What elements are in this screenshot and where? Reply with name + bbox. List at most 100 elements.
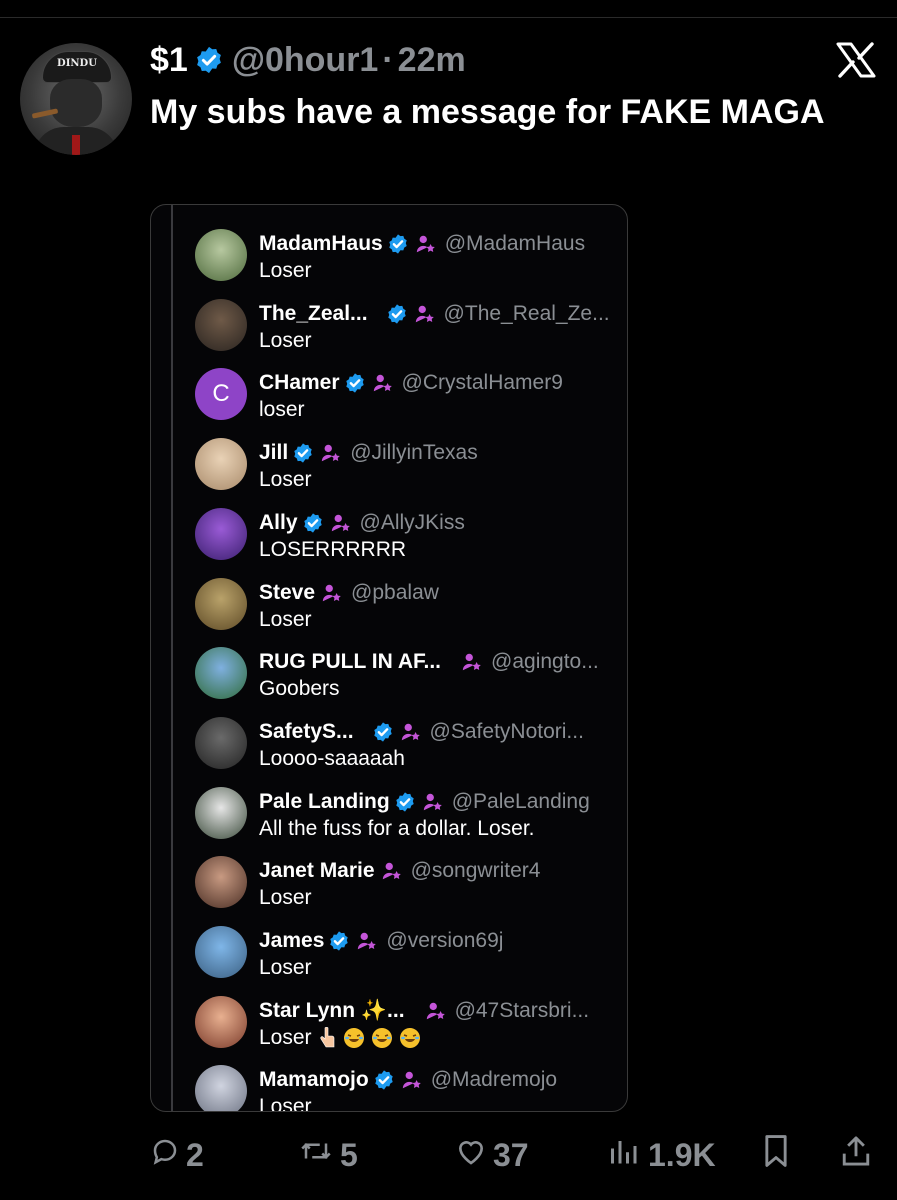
reply-author-handle[interactable]: @SafetyNotori... bbox=[430, 720, 584, 744]
reply-text: Goobers bbox=[259, 677, 340, 701]
reply-author-handle[interactable]: @songwriter4 bbox=[411, 859, 541, 883]
reply-author-name[interactable]: Janet Marie bbox=[259, 859, 375, 883]
reply-text-line: Loser bbox=[259, 1095, 312, 1112]
reply-author-name[interactable]: The_Zeal... bbox=[259, 302, 368, 326]
reply-avatar[interactable] bbox=[195, 229, 247, 281]
reply-author-name[interactable]: MadamHaus bbox=[259, 232, 383, 256]
views-button[interactable]: 1.9K bbox=[608, 1130, 716, 1180]
reply-author-handle[interactable]: @AllyJKiss bbox=[360, 511, 465, 535]
subscriber-badge-icon bbox=[422, 791, 444, 813]
rofl-emoji-icon bbox=[342, 1026, 366, 1050]
reply-author-name[interactable]: Steve bbox=[259, 581, 315, 605]
reply-author-name[interactable]: James bbox=[259, 929, 324, 953]
verified-badge-icon bbox=[386, 303, 408, 325]
reply-header: The_Zeal... @The_Real_Ze... bbox=[259, 301, 610, 327]
reply-text-line: Loser bbox=[259, 608, 312, 632]
reply-author-handle[interactable]: @47Starsbri... bbox=[455, 999, 590, 1023]
reply-row[interactable]: Ally @AllyJKiss LOSERRRRRR bbox=[151, 504, 627, 574]
subscriber-badge-icon bbox=[425, 1000, 447, 1022]
reply-author-handle[interactable]: @JillyinTexas bbox=[350, 441, 478, 465]
author-handle[interactable]: @0hour1 bbox=[232, 41, 379, 80]
reply-header: RUG PULL IN AF... @agingto... bbox=[259, 649, 599, 675]
subscriber-badge-icon bbox=[381, 860, 403, 882]
reply-text: All the fuss for a dollar. Loser. bbox=[259, 816, 535, 840]
reply-text-line: All the fuss for a dollar. Loser. bbox=[259, 817, 534, 841]
repost-count: 5 bbox=[340, 1136, 358, 1173]
reply-text: Loser bbox=[259, 259, 312, 282]
share-icon bbox=[840, 1134, 878, 1176]
reply-author-handle[interactable]: @MadamHaus bbox=[445, 232, 585, 256]
reply-avatar[interactable] bbox=[195, 438, 247, 491]
reply-author-name[interactable]: RUG PULL IN AF... bbox=[259, 650, 441, 674]
reply-text: Loser bbox=[259, 886, 312, 910]
reply-author-name[interactable]: Jill bbox=[259, 441, 288, 465]
reply-text: Loser bbox=[259, 1095, 312, 1112]
bookmark-icon bbox=[760, 1134, 798, 1176]
reply-avatar[interactable] bbox=[195, 856, 247, 909]
tweet-time[interactable]: 22m bbox=[398, 41, 466, 80]
reply-author-handle[interactable]: @The_Real_Ze... bbox=[444, 302, 610, 326]
reply-author-handle[interactable]: @CrystalHamer9 bbox=[402, 371, 563, 395]
share-button[interactable] bbox=[840, 1130, 878, 1180]
avatar-face bbox=[50, 79, 102, 127]
reply-author-name[interactable]: CHamer bbox=[259, 371, 340, 395]
subscriber-badge-icon bbox=[356, 930, 378, 952]
reply-author-name[interactable]: SafetyS... bbox=[259, 720, 354, 744]
reply-avatar[interactable]: C bbox=[195, 368, 247, 421]
reply-row[interactable]: Jill @JillyinTexas Loser bbox=[151, 434, 627, 504]
reply-author-handle[interactable]: @version69j bbox=[386, 929, 503, 953]
reply-author-handle[interactable]: @agingto... bbox=[491, 650, 599, 674]
reply-author-handle[interactable]: @pbalaw bbox=[351, 581, 439, 605]
reply-author-handle[interactable]: @PaleLanding bbox=[452, 790, 590, 814]
reply-row[interactable]: James @version69j Loser bbox=[151, 922, 627, 992]
reply-avatar[interactable] bbox=[195, 507, 247, 560]
subscriber-badge-icon bbox=[400, 721, 422, 743]
subscriber-badge-icon bbox=[330, 512, 352, 534]
bookmark-button[interactable] bbox=[760, 1130, 798, 1180]
reply-row[interactable]: MadamHaus @MadamHaus Loser bbox=[151, 225, 627, 295]
reply-author-name[interactable]: Mamamojo bbox=[259, 1068, 369, 1092]
reply-avatar[interactable] bbox=[195, 926, 247, 978]
reply-avatar[interactable] bbox=[195, 577, 247, 630]
reply-author-name[interactable]: Ally bbox=[259, 511, 298, 535]
x-logo-icon[interactable] bbox=[836, 42, 876, 78]
reply-row[interactable]: C CHamer @CrystalHamer9 loser bbox=[151, 364, 627, 434]
reply-text: Loooo-saaaaah bbox=[259, 746, 405, 770]
verified-badge-icon bbox=[328, 930, 350, 952]
reply-text-line: Loooo-saaaaah bbox=[259, 747, 405, 771]
repost-icon bbox=[298, 1136, 340, 1174]
reply-text-line: Goobers bbox=[259, 677, 340, 701]
reply-text-line: Loser bbox=[259, 259, 312, 283]
action-bar: 2 5 37 1.9K bbox=[0, 1130, 897, 1180]
subscriber-badge-icon bbox=[461, 651, 483, 673]
like-count: 37 bbox=[493, 1136, 529, 1173]
reply-author-name[interactable]: Pale Landing bbox=[259, 790, 390, 814]
avatar-cap-text: DINDU bbox=[57, 58, 97, 69]
reply-avatar[interactable] bbox=[195, 995, 247, 1048]
verified-badge-icon bbox=[344, 372, 366, 394]
reply-avatar[interactable] bbox=[195, 647, 247, 700]
reply-row[interactable]: Steve @pbalaw Loser bbox=[151, 574, 627, 644]
reply-row[interactable]: Mamamojo @Madremojo Loser bbox=[151, 1061, 627, 1112]
reply-header: Jill @JillyinTexas bbox=[259, 440, 478, 466]
reply-avatar[interactable] bbox=[195, 298, 247, 351]
like-button[interactable]: 37 bbox=[455, 1130, 529, 1180]
author-avatar[interactable]: DINDU bbox=[20, 43, 132, 155]
author-display-name[interactable]: $1 bbox=[150, 41, 188, 80]
repost-button[interactable]: 5 bbox=[298, 1130, 358, 1180]
reply-avatar[interactable] bbox=[195, 1065, 247, 1111]
reply-row[interactable]: The_Zeal... @The_Real_Ze... Loser bbox=[151, 295, 627, 365]
reply-row[interactable]: SafetyS... @SafetyNotori... Loooo-saaaaah bbox=[151, 713, 627, 783]
verified-badge-icon bbox=[373, 1069, 395, 1091]
reply-avatar[interactable] bbox=[195, 716, 247, 769]
reply-avatar[interactable] bbox=[195, 786, 247, 839]
attached-image-card[interactable]: MadamHaus @MadamHaus Loser The_Zeal... @The_… bbox=[150, 204, 628, 1112]
reply-row[interactable]: Pale Landing @PaleLanding All the fuss for… bbox=[151, 783, 627, 853]
reply-row[interactable]: Janet Marie @songwriter4 Loser bbox=[151, 852, 627, 922]
reply-row[interactable]: RUG PULL IN AF... @agingto... Goobers bbox=[151, 643, 627, 713]
reply-author-handle[interactable]: @Madremojo bbox=[431, 1068, 557, 1092]
reply-button[interactable]: 2 bbox=[150, 1130, 204, 1180]
reply-author-name[interactable]: Star Lynn ✨... bbox=[259, 999, 405, 1023]
reply-row[interactable]: Star Lynn ✨... @47Starsbri... Loser bbox=[151, 992, 627, 1062]
reply-text-line: Loser bbox=[259, 886, 312, 910]
